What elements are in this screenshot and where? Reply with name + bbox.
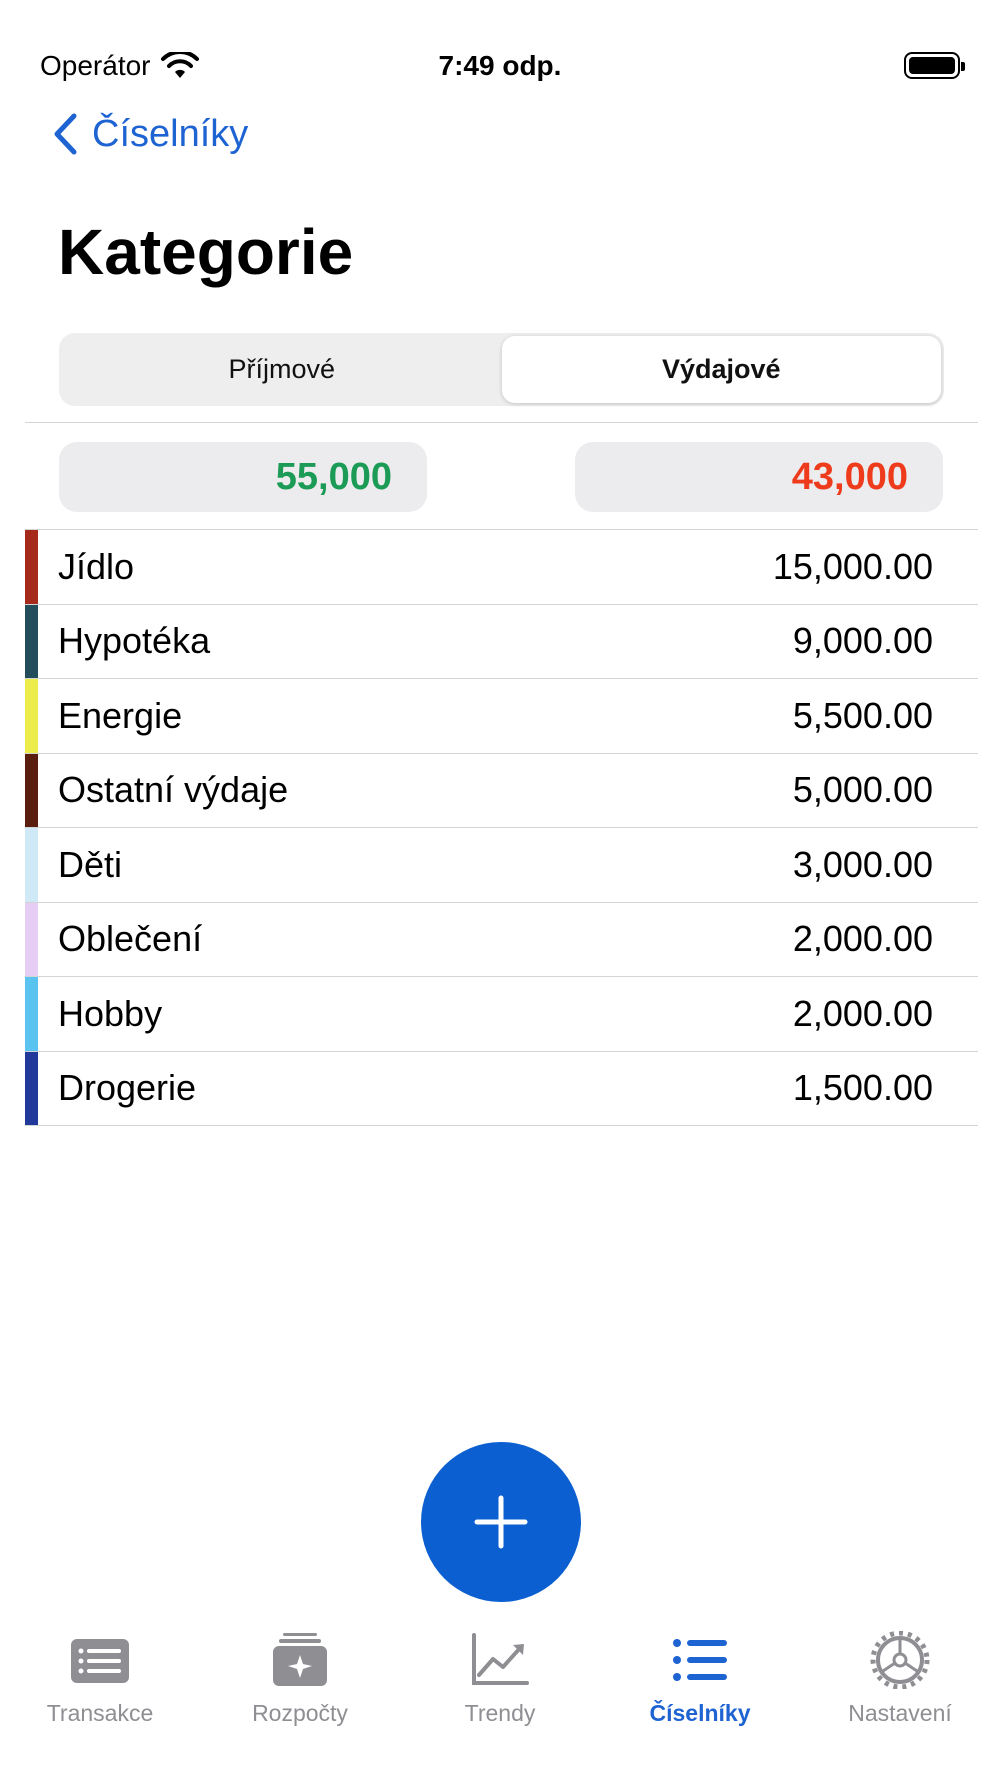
category-name: Děti [58, 843, 123, 885]
category-amount: 9,000.00 [792, 620, 933, 662]
category-row[interactable]: Energie 5,500.00 [25, 679, 978, 754]
divider [25, 422, 978, 423]
category-row[interactable]: Hobby 2,000.00 [25, 977, 978, 1052]
tab-rozpocty[interactable]: Rozpočty [200, 1630, 400, 1778]
category-color-swatch [25, 604, 38, 678]
category-amount: 5,000.00 [792, 769, 933, 811]
category-type-segmented-control: Příjmové Výdajové [59, 333, 944, 406]
category-color-swatch [25, 753, 38, 827]
battery-icon [904, 52, 965, 79]
plus-icon [474, 1495, 528, 1549]
category-color-swatch [25, 977, 38, 1051]
tab-trendy[interactable]: Trendy [400, 1630, 600, 1778]
category-row[interactable]: Děti 3,000.00 [25, 828, 978, 903]
category-name: Energie [58, 694, 183, 736]
category-row[interactable]: Ostatní výdaje 5,000.00 [25, 753, 978, 828]
category-color-swatch [25, 902, 38, 976]
page-title: Kategorie [58, 216, 354, 288]
segment-income[interactable]: Příjmové [62, 336, 502, 403]
category-amount: 2,000.00 [792, 992, 933, 1034]
tab-label: Trendy [464, 1700, 536, 1726]
category-amount: 2,000.00 [792, 918, 933, 960]
tab-ciselniky[interactable]: Číselníky [600, 1630, 800, 1778]
chart-line-icon [472, 1633, 529, 1685]
expense-total: 43,000 [575, 442, 943, 512]
category-color-swatch [25, 679, 38, 753]
category-color-swatch [25, 530, 38, 604]
status-time: 7:49 odp. [438, 50, 562, 81]
category-amount: 15,000.00 [772, 545, 933, 587]
category-name: Oblečení [58, 918, 203, 960]
category-amount: 5,500.00 [792, 694, 933, 736]
add-category-button[interactable] [421, 1442, 581, 1602]
income-total: 55,000 [59, 442, 427, 512]
chevron-left-icon [54, 113, 77, 155]
segment-expense[interactable]: Výdajové [501, 336, 941, 403]
budget-stack-icon [273, 1633, 327, 1686]
category-name: Hypotéka [58, 620, 211, 662]
category-row[interactable]: Oblečení 2,000.00 [25, 902, 978, 977]
category-name: Drogerie [58, 1067, 197, 1109]
category-name: Hobby [58, 992, 163, 1034]
tab-nastaveni[interactable]: Nastavení [800, 1630, 1000, 1778]
back-button-label: Číselníky [92, 112, 249, 155]
category-color-swatch [25, 1051, 38, 1125]
category-row[interactable]: Hypotéka 9,000.00 [25, 604, 978, 679]
category-name: Ostatní výdaje [58, 769, 289, 811]
tab-bar: Transakce Rozpočty Trendy Číselníky Nast… [0, 1630, 1000, 1778]
bullet-list-icon [673, 1639, 727, 1681]
category-amount: 3,000.00 [792, 843, 933, 885]
status-bar: Operátor 7:49 odp. [0, 0, 1000, 130]
category-color-swatch [25, 828, 38, 902]
category-row[interactable]: Drogerie 1,500.00 [25, 1051, 978, 1126]
category-list: Jídlo 15,000.00 Hypotéka 9,000.00 Energi… [25, 529, 978, 1126]
back-button[interactable]: Číselníky [52, 112, 248, 156]
category-amount: 1,500.00 [792, 1067, 933, 1109]
category-name: Jídlo [58, 545, 135, 587]
tab-label: Nastavení [848, 1700, 952, 1726]
gear-icon [870, 1631, 930, 1689]
tab-label: Transakce [46, 1700, 154, 1726]
tab-transakce[interactable]: Transakce [0, 1630, 200, 1778]
category-row[interactable]: Jídlo 15,000.00 [25, 530, 978, 605]
tab-label: Číselníky [649, 1700, 751, 1726]
tab-label: Rozpočty [252, 1700, 348, 1726]
list-card-icon [71, 1639, 129, 1683]
